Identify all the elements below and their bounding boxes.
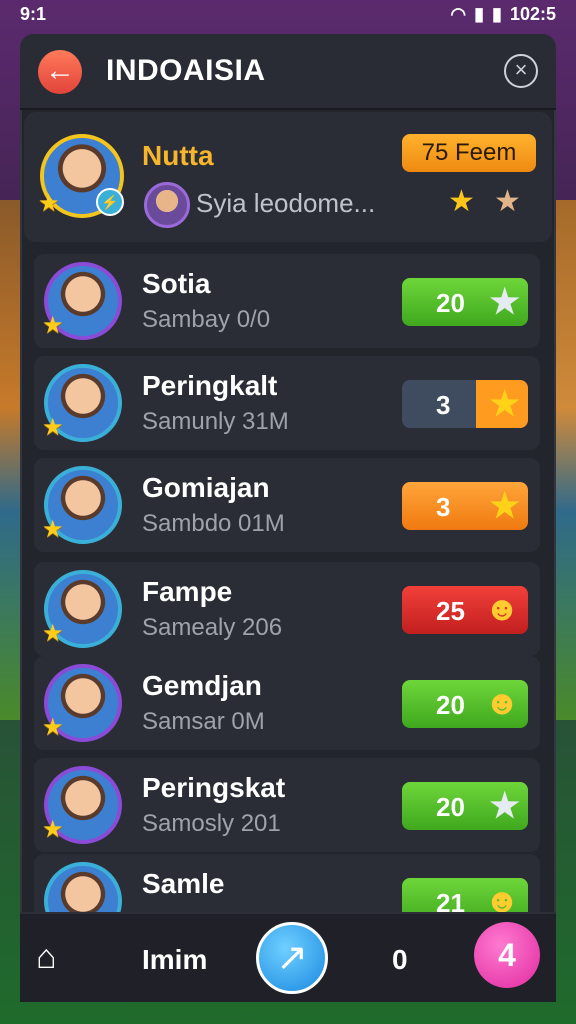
- smiley-icon: ☻: [484, 684, 520, 722]
- row-name: Fampe: [142, 576, 233, 607]
- back-arrow-icon: ←: [45, 54, 75, 87]
- list-item[interactable]: ★ Sotia Sambay 0/0 20 ★: [34, 254, 540, 348]
- list-item[interactable]: ★ Peringskat Samosly 201 20 ★: [34, 758, 540, 852]
- star-icon: ★: [489, 385, 520, 423]
- star-icon: ★: [448, 185, 475, 218]
- close-icon: ×: [514, 57, 528, 82]
- list-item[interactable]: ★ Fampe Samealy 206 25 ☻: [34, 562, 540, 656]
- star-icon: ★: [42, 816, 64, 843]
- player-subtitle: Syia leodome...: [196, 188, 376, 218]
- share-button[interactable]: ↗: [256, 922, 328, 994]
- score-pill: 20 ★: [402, 278, 528, 326]
- score-value: 3: [436, 492, 451, 522]
- sub-avatar: [144, 182, 190, 228]
- row-subtitle: Sambay 0/0: [142, 306, 271, 333]
- score-value: 20: [436, 288, 465, 318]
- row-name: Peringkalt: [142, 370, 278, 401]
- bottom-label: Imim: [142, 944, 208, 975]
- row-subtitle: Sambdo 01M: [142, 510, 285, 537]
- list-item[interactable]: ★ Gomiajan Sambdo 01M 3 ★: [34, 458, 540, 552]
- star-icon: ★: [42, 312, 64, 339]
- row-subtitle: Samsar 0M: [142, 708, 265, 735]
- signal-icon: ▮: [474, 4, 485, 24]
- bottom-bar: ⌂ Imim ↗ 0 4: [20, 912, 556, 1002]
- star-icon: ★: [42, 414, 64, 441]
- star-icon: ★: [42, 516, 64, 543]
- background-scene-right: [554, 200, 576, 720]
- star-icon: ★: [489, 787, 520, 825]
- row-name: Peringskat: [142, 772, 286, 803]
- bottom-count: 0: [392, 944, 408, 975]
- leaderboard-panel: ← INDOAISIA × ★ ⚡ Nutta Syia leodome... …: [20, 34, 556, 1000]
- score-value: 20: [436, 792, 465, 822]
- home-icon[interactable]: ⌂: [36, 938, 74, 976]
- avatar: ★: [42, 570, 122, 648]
- avatar: ★: [42, 364, 122, 442]
- avatar: ★ ⚡: [38, 134, 124, 218]
- score-pill: 3 ★: [402, 482, 528, 530]
- star-icon: ★: [494, 185, 521, 218]
- current-player-card[interactable]: ★ ⚡ Nutta Syia leodome... 75 Feem ★ ★: [24, 112, 552, 242]
- share-icon: ↗: [276, 937, 308, 979]
- score-pill: 3 ★: [402, 380, 528, 428]
- row-name: Gemdjan: [142, 670, 262, 701]
- star-icon: ★: [489, 487, 520, 525]
- star-icon: ★: [42, 620, 64, 647]
- row-subtitle: Samealy 206: [142, 614, 283, 641]
- row-subtitle: Samosly 201: [142, 810, 281, 837]
- player-name: Nutta: [142, 140, 214, 171]
- score-pill: 20 ☻: [402, 680, 528, 728]
- close-button[interactable]: ×: [504, 54, 538, 88]
- row-name: Samle: [142, 868, 225, 899]
- score-value: 3: [436, 390, 451, 420]
- row-subtitle: Samunly 31M: [142, 408, 289, 435]
- row-name: Sotia: [142, 268, 211, 299]
- star-icon: ★: [489, 283, 520, 321]
- status-bar: 9:1 ◠ ▮ ▮ 102:5: [0, 0, 576, 30]
- score-value: 25: [436, 596, 465, 626]
- avatar: ★: [42, 466, 122, 544]
- status-time: 9:1: [20, 4, 47, 24]
- status-clock: 102:5: [509, 4, 556, 24]
- row-name: Gomiajan: [142, 472, 270, 503]
- smiley-icon: ☻: [484, 590, 520, 628]
- avatar: ★: [42, 262, 122, 340]
- friends-button[interactable]: 4: [474, 922, 540, 988]
- list-item[interactable]: ★ Peringkalt Samunly 31M 3 ★: [34, 356, 540, 450]
- wifi-icon: ◠: [450, 4, 467, 24]
- status-right: ◠ ▮ ▮ 102:5: [450, 4, 556, 25]
- avatar: ★: [42, 766, 122, 844]
- star-icon: ★: [42, 714, 64, 741]
- background-scene-left: [0, 200, 22, 720]
- score-pill: 20 ★: [402, 782, 528, 830]
- battery-icon: ▮: [492, 4, 502, 24]
- friends-label: 4: [498, 937, 516, 973]
- score-pill: 25 ☻: [402, 586, 528, 634]
- badge-icon: ⚡: [96, 188, 124, 216]
- panel-title: INDOAISIA: [106, 54, 266, 87]
- back-button[interactable]: ←: [38, 50, 82, 94]
- avatar: ★: [42, 664, 122, 742]
- score-value: 20: [436, 690, 465, 720]
- list-item[interactable]: ★ Gemdjan Samsar 0M 20 ☻: [34, 656, 540, 750]
- star-icon: ★: [38, 190, 60, 217]
- player-score: 75 Feem: [402, 134, 536, 172]
- panel-header: ← INDOAISIA ×: [20, 34, 556, 110]
